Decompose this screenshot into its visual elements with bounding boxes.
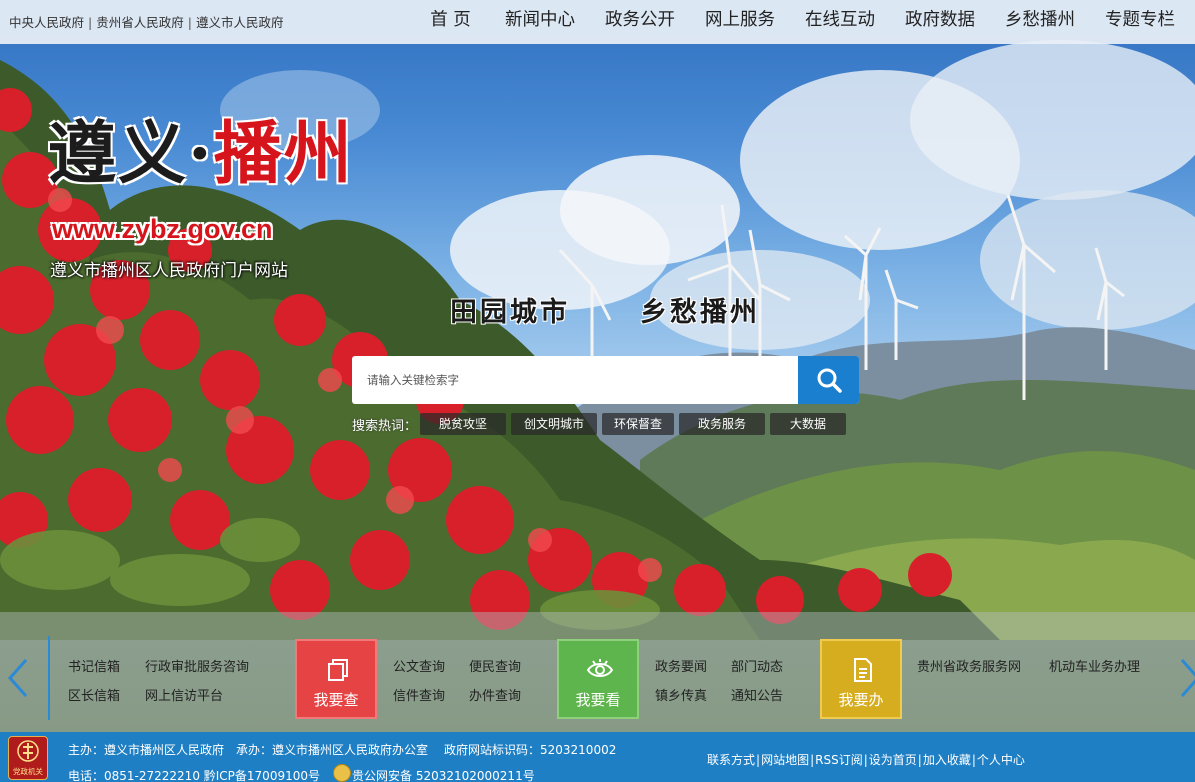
link-vehicle-services[interactable]: 机动车业务办理 bbox=[1049, 656, 1140, 675]
hot-tag[interactable]: 脱贫攻坚 bbox=[420, 413, 507, 435]
link-letter-query[interactable]: 信件查询 bbox=[393, 685, 445, 704]
hot-tag[interactable]: 大数据 bbox=[770, 413, 847, 435]
nav-online-services[interactable]: 网上服务 bbox=[690, 0, 790, 44]
footer-link-set-homepage[interactable]: 设为首页 bbox=[869, 753, 917, 767]
logo-title: 遵义·播州 bbox=[48, 120, 354, 188]
police-badge-icon bbox=[333, 764, 351, 782]
link-online-petition[interactable]: 网上信访平台 bbox=[145, 685, 223, 704]
footer-links: 联系方式|网站地图|RSS订阅|设为首页|加入收藏|个人中心 bbox=[707, 753, 1025, 767]
link-guizhou-government[interactable]: 贵州省人民政府 bbox=[96, 15, 184, 30]
link-township-news[interactable]: 镇乡传真 bbox=[655, 685, 707, 704]
footer-host: 主办：遵义市播州区人民政府 bbox=[68, 743, 225, 757]
link-zunyi-government[interactable]: 遵义市人民政府 bbox=[196, 15, 284, 30]
nav-government-data[interactable]: 政府数据 bbox=[890, 0, 990, 44]
footer-link-contact[interactable]: 联系方式 bbox=[707, 753, 755, 767]
logo-url: www.zybz.gov.cn bbox=[52, 214, 273, 244]
footer-site-code: 政府网站标识码：5203210002 bbox=[444, 743, 617, 757]
copy-icon bbox=[328, 659, 348, 681]
view-button-label: 我要看 bbox=[575, 691, 621, 709]
emblem-icon bbox=[17, 740, 39, 762]
do-button[interactable]: 我要办 bbox=[820, 639, 902, 719]
footer-phone-icp: 电话：0851-27222210 黔ICP备17009100号 bbox=[68, 769, 320, 782]
footer-police-record[interactable]: 贵公网安备 52032102000211号 bbox=[352, 767, 535, 782]
chevron-right-icon[interactable] bbox=[1178, 654, 1195, 702]
separator: | bbox=[88, 15, 93, 30]
search-input[interactable] bbox=[352, 356, 798, 404]
search-icon bbox=[817, 368, 842, 393]
view-button[interactable]: 我要看 bbox=[557, 639, 639, 719]
main-nav: 首 页 新闻中心 政务公开 网上服务 在线互动 政府数据 乡愁播州 专题专栏 bbox=[405, 0, 1190, 44]
hot-tag[interactable]: 创文明城市 bbox=[511, 413, 598, 435]
chevron-left-icon[interactable] bbox=[4, 654, 32, 702]
link-department-news[interactable]: 部门动态 bbox=[731, 656, 783, 675]
logo-title-part2: 播州 bbox=[213, 114, 354, 194]
hot-tag[interactable]: 环保督查 bbox=[602, 413, 675, 435]
search-button[interactable] bbox=[798, 356, 859, 404]
nav-government-affairs[interactable]: 政务公开 bbox=[590, 0, 690, 44]
link-guizhou-service-net[interactable]: 贵州省政务服务网 bbox=[917, 656, 1021, 675]
hot-keywords: 搜索热词： 脱贫攻坚 创文明城市 环保督查 政务服务 大数据 bbox=[352, 413, 851, 435]
link-document-query[interactable]: 公文查询 bbox=[393, 656, 445, 675]
logo-subtitle: 遵义市播州区人民政府门户网站 bbox=[50, 261, 288, 281]
hot-keywords-label: 搜索热词： bbox=[352, 418, 418, 434]
footer-link-personal-center[interactable]: 个人中心 bbox=[977, 753, 1025, 767]
footer-organizer: 承办：遵义市播州区人民政府办公室 bbox=[236, 743, 429, 757]
search-box bbox=[352, 356, 859, 404]
slogan-left: 田园城市 bbox=[450, 297, 570, 328]
eye-icon bbox=[587, 659, 613, 677]
slogan-right: 乡愁播州 bbox=[640, 297, 760, 328]
link-case-query[interactable]: 办件查询 bbox=[469, 685, 521, 704]
link-district-head-mailbox[interactable]: 区长信箱 bbox=[68, 685, 120, 704]
link-admin-approval-consult[interactable]: 行政审批服务咨询 bbox=[145, 656, 249, 675]
site-logo[interactable]: 遵义·播州 www.zybz.gov.cn 遵义市播州区人民政府门户网站 bbox=[48, 120, 354, 281]
link-public-query[interactable]: 便民查询 bbox=[469, 656, 521, 675]
do-button-label: 我要办 bbox=[838, 691, 884, 709]
divider bbox=[48, 636, 50, 720]
government-links: 中央人民政府 | 贵州省人民政府 | 遵义市人民政府 bbox=[9, 12, 283, 31]
party-government-badge[interactable]: 党政机关 bbox=[8, 736, 48, 780]
logo-title-part1: 遵义· bbox=[48, 114, 214, 194]
nav-online-interaction[interactable]: 在线互动 bbox=[790, 0, 890, 44]
footer-link-add-favorite[interactable]: 加入收藏 bbox=[923, 753, 971, 767]
top-bar: 中央人民政府 | 贵州省人民政府 | 遵义市人民政府 首 页 新闻中心 政务公开 网上服… bbox=[0, 0, 1195, 44]
nav-special-topics[interactable]: 专题专栏 bbox=[1090, 0, 1190, 44]
footer-link-rss[interactable]: RSS订阅 bbox=[815, 753, 863, 767]
nav-home[interactable]: 首 页 bbox=[405, 0, 490, 44]
nav-news-center[interactable]: 新闻中心 bbox=[490, 0, 590, 44]
hot-tag[interactable]: 政务服务 bbox=[679, 413, 766, 435]
check-button[interactable]: 我要查 bbox=[295, 639, 377, 719]
link-secretary-mailbox[interactable]: 书记信箱 bbox=[68, 656, 120, 675]
nav-nostalgia-bozhou[interactable]: 乡愁播州 bbox=[990, 0, 1090, 44]
link-central-government[interactable]: 中央人民政府 bbox=[9, 15, 84, 30]
quick-services-bar: 书记信箱 行政审批服务咨询 区长信箱 网上信访平台 我要查 公文查询 便民查询 … bbox=[0, 612, 1195, 732]
footer-link-sitemap[interactable]: 网站地图 bbox=[761, 753, 809, 767]
link-government-news[interactable]: 政务要闻 bbox=[655, 656, 707, 675]
badge-label: 党政机关 bbox=[13, 767, 43, 776]
check-button-label: 我要查 bbox=[313, 691, 359, 709]
link-notices[interactable]: 通知公告 bbox=[731, 685, 783, 704]
document-icon bbox=[854, 658, 872, 682]
separator: | bbox=[187, 15, 192, 30]
